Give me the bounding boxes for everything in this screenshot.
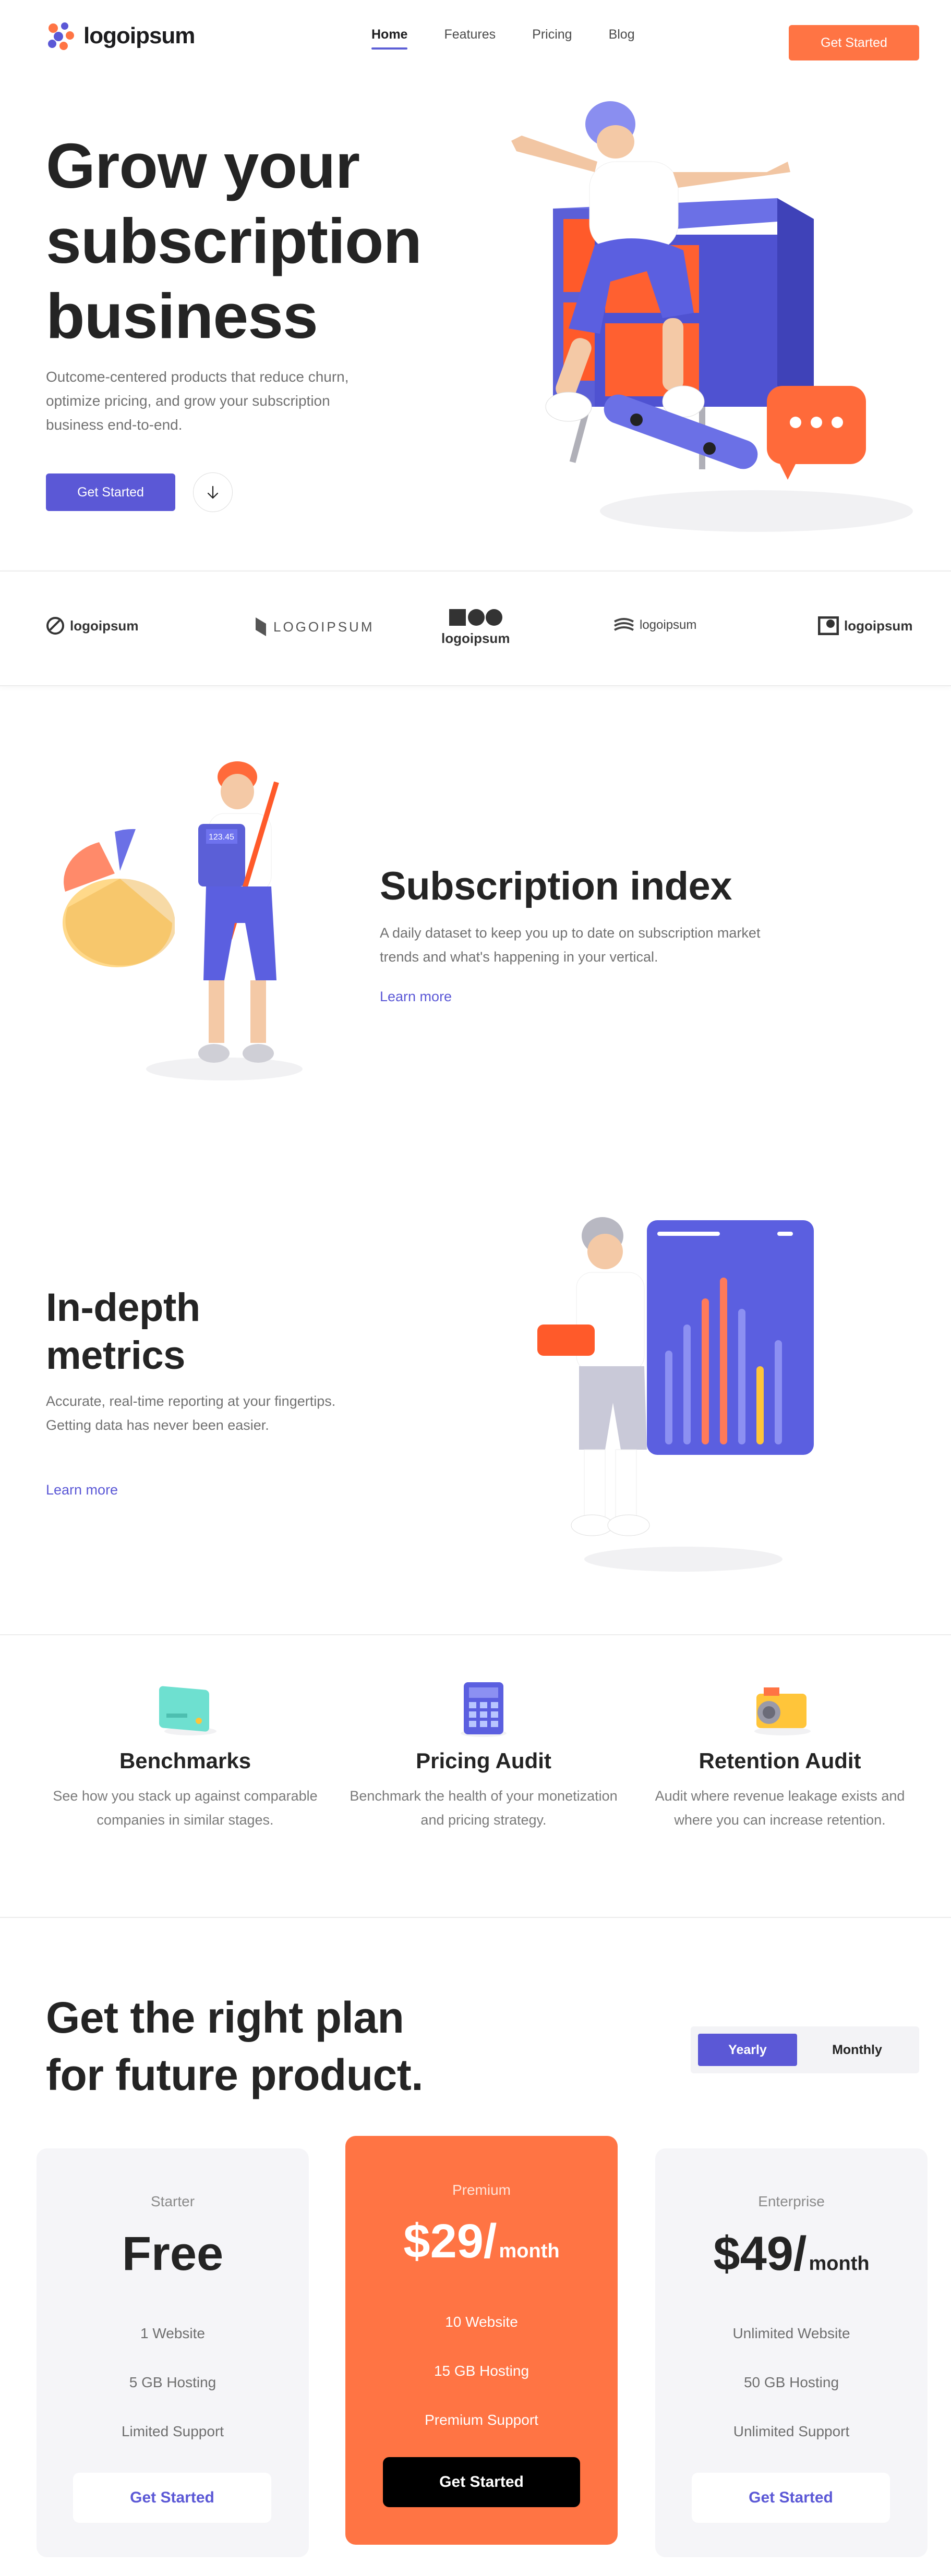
brand-name: logoipsum bbox=[441, 630, 510, 646]
premium-get-started-button[interactable]: Get Started bbox=[383, 2457, 580, 2507]
plan-feature: Unlimited Website bbox=[732, 2325, 850, 2341]
pricing-title-line: Get the right plan bbox=[46, 1993, 404, 2042]
brand-logo-5: logoipsum bbox=[818, 616, 912, 635]
service-text: Benchmark the health of your monetizatio… bbox=[350, 1788, 618, 1828]
plan-price: Free bbox=[37, 2227, 309, 2281]
plan-price-period: month bbox=[809, 2253, 870, 2275]
plan-feature: Unlimited Support bbox=[733, 2423, 850, 2439]
camera-icon bbox=[754, 1687, 811, 1735]
calculator-display: 123.45 bbox=[209, 833, 234, 842]
plan-feature: 50 GB Hosting bbox=[743, 2374, 839, 2390]
plan-price: $29/month bbox=[345, 2214, 618, 2269]
service-text: See how you stack up against comparable … bbox=[53, 1788, 318, 1828]
feature-title-line: metrics bbox=[46, 1333, 185, 1378]
plan-price-period: month bbox=[499, 2240, 560, 2262]
toggle-yearly[interactable]: Yearly bbox=[698, 2034, 797, 2066]
plan-feature: 10 Website bbox=[445, 2314, 518, 2330]
nav-features[interactable]: Features bbox=[444, 27, 496, 42]
plan-feature: 5 GB Hosting bbox=[129, 2374, 216, 2390]
service-title: Benchmarks bbox=[119, 1748, 251, 1773]
service-title: Retention Audit bbox=[699, 1748, 861, 1773]
nav-home[interactable]: Home bbox=[371, 27, 408, 50]
plan-name: Starter bbox=[150, 2193, 195, 2209]
plan-feature: Premium Support bbox=[425, 2412, 538, 2428]
brand-mark-icon bbox=[449, 609, 502, 626]
plan-name: Premium bbox=[452, 2182, 511, 2198]
plan-price-value: Free bbox=[122, 2227, 224, 2280]
service-card: Retention Audit Audit where revenue leak… bbox=[641, 1681, 919, 1832]
plan-feature: Limited Support bbox=[121, 2423, 224, 2439]
pricing-title-line: for future product. bbox=[46, 2050, 424, 2099]
hero-title: Grow your subscription business bbox=[46, 128, 515, 354]
nav-blog[interactable]: Blog bbox=[609, 27, 635, 42]
plan-price: $49/month bbox=[655, 2227, 928, 2281]
service-text: Audit where revenue leakage exists and w… bbox=[655, 1788, 905, 1828]
metrics-illustration bbox=[537, 1217, 814, 1572]
brand-name: logoipsum bbox=[844, 617, 913, 634]
credit-card-icon bbox=[159, 1686, 216, 1735]
header-get-started-button[interactable]: Get Started bbox=[789, 25, 919, 60]
pricing-card-premium: Premium $29/month 10 Website 15 GB Hosti… bbox=[345, 2136, 618, 2545]
brand-name: logoipsum bbox=[70, 617, 139, 634]
plan-price-value: $29/ bbox=[403, 2215, 497, 2268]
hero-illustration bbox=[511, 101, 913, 532]
service-card: Benchmarks See how you stack up against … bbox=[46, 1681, 324, 1832]
pricing-card-starter: Starter Free 1 Website 5 GB Hosting Limi… bbox=[37, 2148, 309, 2557]
hero-subtitle: Outcome-centered products that reduce ch… bbox=[46, 369, 349, 433]
brand-mark-icon bbox=[818, 616, 839, 635]
plan-name: Enterprise bbox=[758, 2193, 825, 2209]
feature-title: In-depth metrics bbox=[46, 1284, 200, 1380]
brand-logo-1: logoipsum bbox=[46, 616, 138, 635]
logo-text: logoipsum bbox=[83, 23, 195, 48]
logo-mark-icon bbox=[46, 21, 76, 51]
pricing-title: Get the right plan for future product. bbox=[46, 1989, 424, 2104]
scroll-down-button[interactable] bbox=[193, 472, 233, 512]
learn-more-link[interactable]: Learn more bbox=[380, 989, 452, 1005]
hero-title-line: subscription bbox=[46, 205, 422, 276]
brand-mark-icon bbox=[614, 618, 634, 631]
brand-logo-4: logoipsum bbox=[613, 617, 696, 633]
starter-get-started-button[interactable]: Get Started bbox=[73, 2473, 271, 2523]
plan-price-value: $49/ bbox=[713, 2227, 807, 2280]
hero-title-line: Grow your bbox=[46, 130, 360, 201]
brand-mark-icon bbox=[46, 617, 64, 635]
calculator-icon bbox=[461, 1682, 507, 1737]
main-nav: Home Features Pricing Blog bbox=[371, 27, 635, 50]
feature-text: Accurate, real-time reporting at your fi… bbox=[46, 1393, 336, 1433]
plan-feature: 15 GB Hosting bbox=[434, 2363, 529, 2379]
pricing-card-enterprise: Enterprise $49/month Unlimited Website 5… bbox=[655, 2148, 928, 2557]
brand-mark-icon bbox=[256, 617, 266, 636]
hero-title-line: business bbox=[46, 281, 318, 351]
enterprise-get-started-button[interactable]: Get Started bbox=[692, 2473, 890, 2523]
brand-name: logoipsum bbox=[640, 618, 697, 632]
toggle-monthly[interactable]: Monthly bbox=[808, 2034, 907, 2066]
arrow-down-icon bbox=[207, 485, 219, 499]
service-title: Pricing Audit bbox=[416, 1748, 551, 1773]
learn-more-link[interactable]: Learn more bbox=[46, 1482, 118, 1498]
brand-logo-3: logoipsum bbox=[441, 607, 510, 647]
subscription-index-illustration: 123.45 bbox=[63, 761, 303, 1080]
plan-feature: 1 Website bbox=[140, 2325, 205, 2341]
hero-get-started-button[interactable]: Get Started bbox=[46, 473, 175, 511]
brand-name: LOGOIPSUM bbox=[273, 618, 375, 635]
feature-title-line: In-depth bbox=[46, 1285, 200, 1330]
feature-text: A daily dataset to keep you up to date o… bbox=[380, 925, 761, 965]
brand-logo[interactable]: logoipsum bbox=[46, 21, 195, 51]
brand-logo-2: LOGOIPSUM bbox=[254, 616, 374, 637]
service-card: Pricing Audit Benchmark the health of yo… bbox=[344, 1681, 623, 1832]
feature-title: Subscription index bbox=[380, 864, 732, 908]
nav-pricing[interactable]: Pricing bbox=[532, 27, 572, 42]
